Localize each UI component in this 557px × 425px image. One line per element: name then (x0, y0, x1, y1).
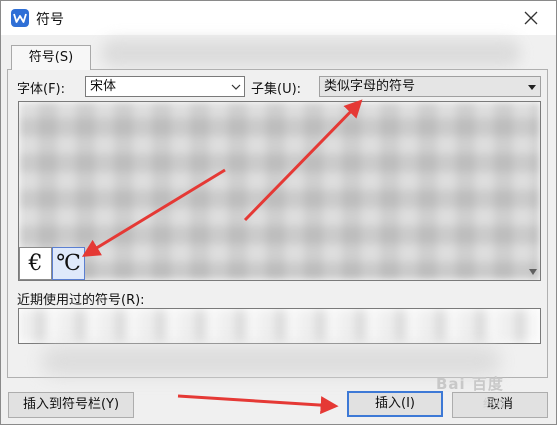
blurred-region (41, 346, 501, 376)
symbol-cell-euro[interactable]: € (19, 247, 52, 280)
subset-select-value: 类似字母的符号 (324, 79, 416, 94)
window-title: 符号 (36, 12, 64, 28)
symbol-dialog: 符号 符号(S) 字体(F): 宋体 子集(U): 类似字母的符号 € ℃ 近期… (0, 0, 557, 425)
watermark-sub: 经验 (483, 397, 505, 410)
blurred-symbol-cells (19, 102, 540, 280)
wps-writer-icon (11, 9, 29, 27)
tab-symbols[interactable]: 符号(S) (11, 45, 91, 70)
title-bar: 符号 (1, 1, 556, 35)
symbol-grid[interactable]: € ℃ (18, 101, 541, 281)
recent-label: 近期使用过的符号(R): (17, 293, 145, 308)
blurred-recent-symbols (19, 309, 540, 343)
font-select[interactable]: 宋体 (85, 76, 245, 97)
scroll-down-arrow-icon[interactable] (528, 268, 538, 276)
close-icon (524, 11, 538, 25)
chevron-down-icon (231, 82, 241, 92)
subset-select[interactable]: 类似字母的符号 (319, 76, 541, 97)
blurred-tab-area (101, 39, 521, 67)
font-select-value: 宋体 (90, 79, 117, 94)
recent-symbols-strip[interactable] (18, 308, 541, 344)
dropdown-arrow-icon (527, 82, 537, 92)
insert-to-symbol-bar-button[interactable]: 插入到符号栏(Y) (8, 392, 134, 418)
close-button[interactable] (520, 7, 542, 29)
watermark-brand: Bai 百度 (436, 375, 504, 393)
symbol-cell-celsius[interactable]: ℃ (52, 247, 85, 280)
font-label: 字体(F): (17, 82, 66, 97)
subset-label: 子集(U): (251, 82, 302, 97)
insert-button[interactable]: 插入(I) (347, 391, 443, 417)
